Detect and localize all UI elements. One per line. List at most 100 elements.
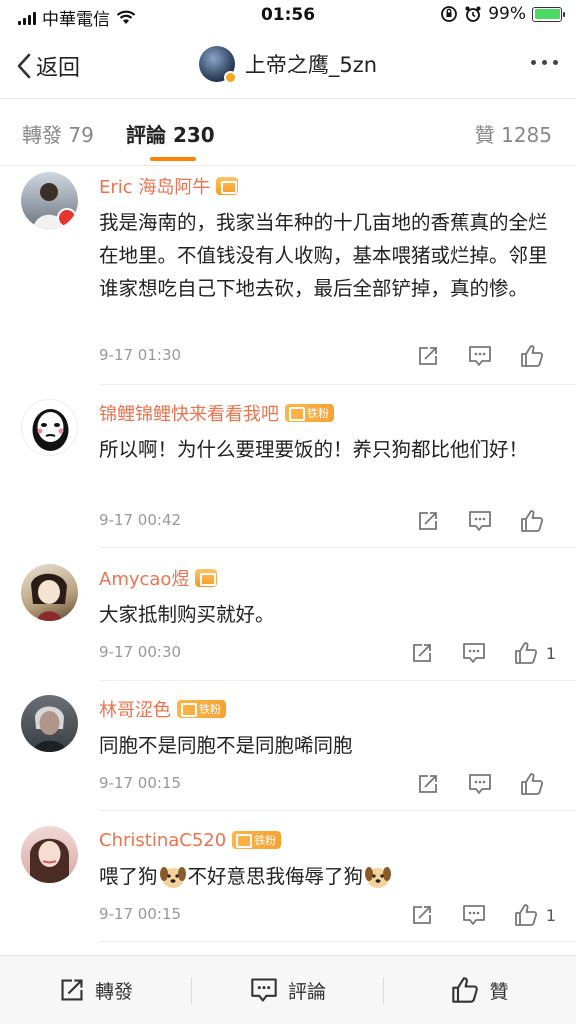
comment-time: 9-17 00:15	[99, 905, 182, 923]
vip-crown-icon	[195, 569, 218, 587]
tab-active-indicator	[150, 157, 196, 161]
avatar[interactable]	[21, 695, 78, 752]
tab-comment-label: 評論	[126, 123, 166, 147]
repost-icon	[419, 775, 437, 793]
bottom-comment-button[interactable]: 評論	[192, 956, 384, 1024]
like-button[interactable]	[506, 770, 558, 798]
more-button[interactable]	[531, 60, 558, 65]
bottom-like-label: 贊	[489, 980, 509, 1003]
comment-text-part: 喂了狗	[99, 865, 158, 888]
battery-icon	[532, 6, 565, 22]
comment-button[interactable]	[454, 507, 506, 535]
comment-text[interactable]: 同胞不是同胞不是同胞唏同胞	[99, 729, 558, 762]
comment-text-part: 不好意思我侮辱了狗	[187, 865, 364, 888]
fan-badge: 铁粉	[177, 700, 226, 718]
comment-divider	[99, 384, 576, 385]
comment-text[interactable]: 所以啊！为什么要理要饭的！养只狗都比他们好！	[99, 433, 558, 466]
repost-button[interactable]	[396, 901, 448, 929]
tab-like[interactable]: 贊 1285	[475, 119, 552, 148]
comment-button[interactable]	[448, 639, 500, 667]
repost-icon	[61, 979, 83, 1001]
comment-text[interactable]: 我是海南的，我家当年种的十几亩地的香蕉真的全烂在地里。不值钱没有人收购，基本喂猪…	[99, 206, 558, 305]
comment-button[interactable]	[448, 901, 500, 929]
comment-time: 9-17 00:15	[99, 774, 182, 792]
comment-username[interactable]: Amycao煜	[99, 565, 189, 591]
avatar[interactable]	[21, 399, 78, 456]
like-count: 1	[545, 643, 556, 663]
bottom-comment-label: 評論	[287, 980, 326, 1003]
thumbs-up-icon	[521, 773, 544, 795]
comment-time: 9-17 01:30	[99, 346, 182, 364]
thumbs-up-icon	[514, 642, 537, 664]
repost-button[interactable]	[402, 507, 454, 535]
fan-badge-label: 铁粉	[254, 834, 277, 847]
comment-icon	[469, 774, 491, 794]
comment-button[interactable]	[454, 342, 506, 370]
thumbs-up-icon	[452, 977, 479, 1003]
comment-divider	[99, 680, 576, 681]
verified-badge-icon	[223, 71, 237, 84]
like-button[interactable]	[500, 639, 552, 667]
fan-badge: 铁粉	[232, 831, 282, 849]
repost-button[interactable]	[396, 639, 448, 667]
comment-text[interactable]: 喂了狗 不好意思我侮辱了狗	[99, 860, 558, 893]
member-badge-icon	[57, 208, 77, 228]
comment-divider	[99, 547, 576, 548]
comment-button[interactable]	[454, 770, 506, 798]
comment-time: 9-17 00:42	[99, 511, 182, 529]
fan-badge-label: 铁粉	[307, 407, 329, 420]
avatar[interactable]	[21, 564, 78, 621]
repost-icon	[412, 906, 431, 924]
tab-comment[interactable]: 評論 230	[126, 119, 215, 148]
alarm-icon	[465, 6, 481, 22]
person-photo-icon	[33, 706, 67, 752]
repost-icon	[412, 644, 431, 662]
comment-username[interactable]: 林哥涩色	[99, 696, 171, 722]
bottom-repost-button[interactable]: 轉發	[0, 956, 192, 1024]
comment-divider	[99, 941, 576, 942]
comment-icon	[251, 978, 277, 1002]
comment-username[interactable]: Eric 海岛阿牛	[99, 173, 210, 199]
status-bar: 中華電信 01:56 99%	[0, 0, 576, 32]
nav-bar: 返回 上帝之鹰_5zn	[0, 36, 576, 98]
tab-repost[interactable]: 轉發 79	[22, 119, 94, 148]
comment-username[interactable]: ChristinaC520	[99, 830, 226, 851]
fan-badge: 铁粉	[285, 404, 334, 422]
like-button[interactable]	[506, 342, 558, 370]
thumbs-up-icon	[521, 510, 544, 532]
comment-icon	[462, 643, 485, 663]
thumbs-up-icon	[521, 345, 544, 367]
vip-crown-icon	[216, 177, 239, 195]
thumbs-up-icon	[514, 904, 537, 926]
anime-avatar-icon	[31, 573, 67, 621]
like-count: 1	[545, 905, 556, 925]
dog-emoji-icon	[159, 866, 186, 888]
bottom-like-button[interactable]: 贊	[384, 956, 576, 1024]
bottom-repost-label: 轉發	[94, 980, 133, 1003]
comment-icon	[462, 905, 485, 925]
repost-button[interactable]	[402, 770, 454, 798]
cartoon-avatar-icon	[32, 409, 69, 451]
avatar[interactable]	[21, 172, 78, 229]
bottom-action-bar: 轉發 評論 贊	[0, 955, 576, 1024]
fan-badge-label: 铁粉	[199, 703, 221, 716]
page-title: 上帝之鹰_5zn	[244, 53, 378, 77]
comment-username[interactable]: 锦鲤锦鲤快来看看我吧	[99, 400, 279, 426]
like-button[interactable]	[500, 901, 552, 929]
orientation-lock-icon	[441, 6, 458, 22]
like-button[interactable]	[506, 507, 558, 535]
avatar[interactable]	[21, 826, 78, 883]
avatar[interactable]	[198, 46, 237, 84]
dog-emoji-icon	[365, 866, 392, 888]
tab-bar: 轉發 79 評論 230 贊 1285	[0, 98, 576, 166]
battery-percent: 99%	[488, 4, 526, 24]
tab-comment-count: 230	[172, 123, 215, 147]
person-photo-icon	[29, 838, 69, 883]
comment-icon	[469, 346, 491, 366]
comment-time: 9-17 00:30	[99, 643, 182, 661]
comment-divider	[99, 810, 576, 811]
comment-text[interactable]: 大家抵制购买就好。	[99, 598, 558, 631]
nav-user[interactable]: 上帝之鹰_5zn	[0, 46, 576, 84]
repost-button[interactable]	[402, 342, 454, 370]
repost-icon	[419, 512, 437, 530]
